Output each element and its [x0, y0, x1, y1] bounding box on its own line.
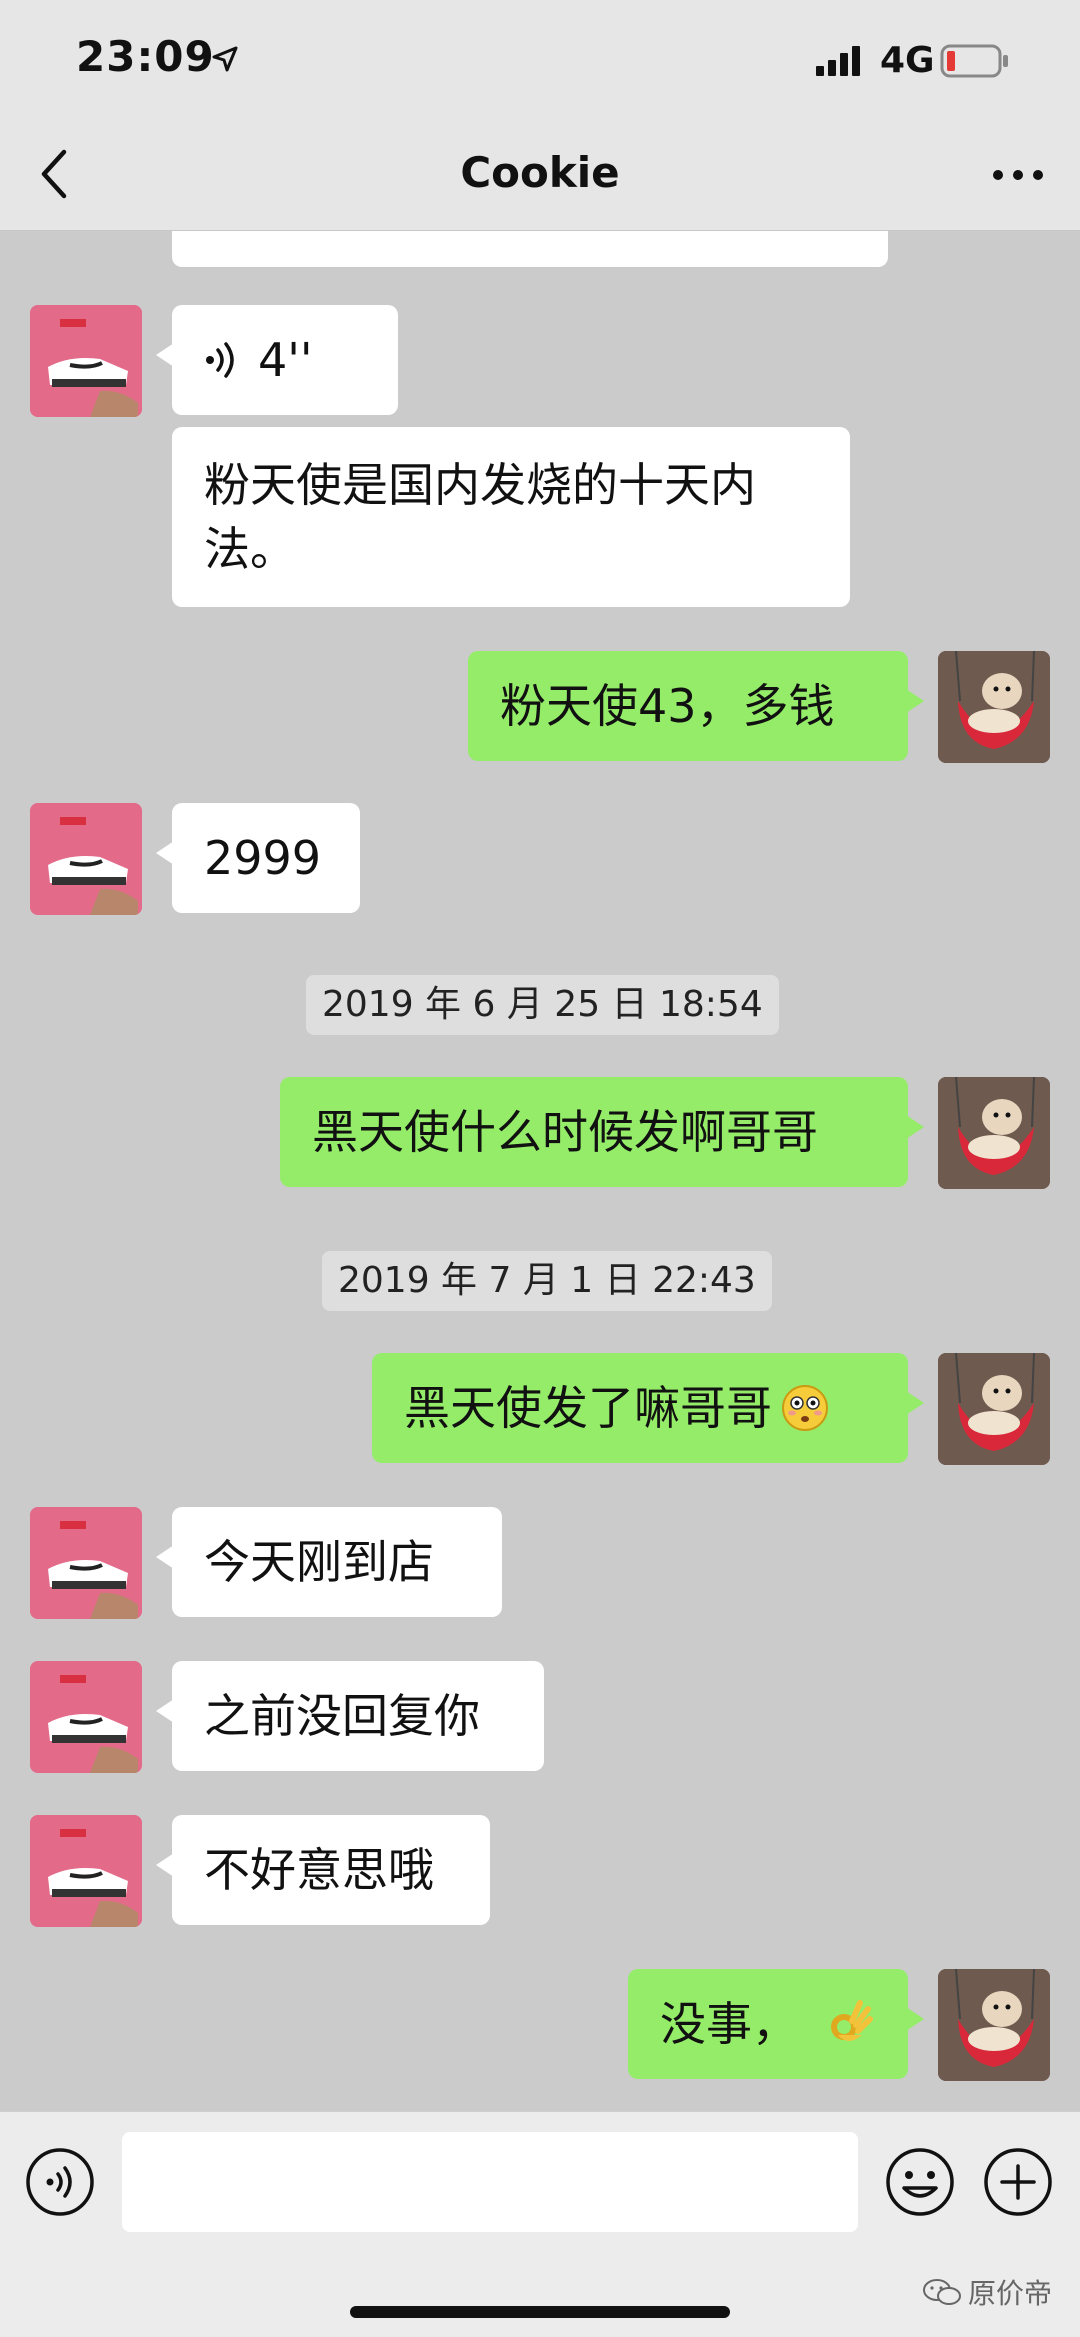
message-bubble-outgoing[interactable]: 黑天使什么时候发啊哥哥	[280, 1077, 924, 1187]
sneaker-avatar-icon	[30, 803, 142, 915]
chat-header: Cookie	[0, 120, 1080, 231]
message-bubble[interactable]: 不好意思哦	[156, 1815, 490, 1925]
message-text: 黑天使什么时候发啊哥哥	[312, 1105, 818, 1159]
my-avatar[interactable]	[938, 651, 1050, 763]
message-bubble-partial[interactable]	[172, 231, 888, 267]
dog-on-swing-avatar-icon	[938, 1969, 1050, 2081]
my-avatar[interactable]	[938, 1353, 1050, 1465]
message-bubble-outgoing[interactable]: 没事，	[628, 1969, 924, 2079]
timestamp-divider: 2019 年 7 月 1 日 22:43	[322, 1251, 772, 1311]
message-text: 黑天使发了嘛哥哥	[404, 1381, 772, 1435]
my-avatar[interactable]	[938, 1969, 1050, 2081]
message-bubble[interactable]: 粉天使是国内发烧的十天内 法。	[172, 427, 850, 607]
voice-input-toggle-icon[interactable]	[24, 2146, 96, 2218]
voice-wave-icon	[206, 342, 234, 378]
message-text-line-1: 粉天使是国内发烧的十天内	[204, 458, 756, 512]
message-text: 不好意思哦	[204, 1843, 434, 1897]
message-text: 粉天使43，多钱	[500, 679, 835, 733]
status-bar: 23:09 4G	[0, 0, 1080, 120]
chat-title: Cookie	[460, 148, 620, 197]
message-input[interactable]	[122, 2132, 858, 2232]
message-list[interactable]: 4'' 粉天使是国内发烧的十天内 法。 粉天使43，多钱 2999 2019 年…	[0, 231, 1080, 2111]
wechat-logo-icon	[922, 2279, 961, 2305]
sneaker-avatar-icon	[30, 1815, 142, 1927]
status-time: 23:09	[76, 32, 215, 81]
contact-avatar[interactable]	[30, 1815, 142, 1927]
battery-low-icon	[940, 44, 1008, 78]
watermark: 原价帝	[922, 2272, 1052, 2312]
cellular-signal-icon	[816, 46, 860, 76]
emoji-picker-icon[interactable]	[884, 2146, 956, 2218]
message-text-line-2: 法。	[204, 522, 296, 576]
voice-message-bubble[interactable]: 4''	[156, 305, 398, 415]
timestamp-divider: 2019 年 6 月 25 日 18:54	[306, 975, 779, 1035]
message-text: 今天刚到店	[204, 1535, 434, 1589]
my-avatar[interactable]	[938, 1077, 1050, 1189]
input-bar: 原价帝	[0, 2111, 1080, 2337]
message-bubble[interactable]: 今天刚到店	[156, 1507, 502, 1617]
dog-on-swing-avatar-icon	[938, 1077, 1050, 1189]
home-indicator[interactable]	[350, 2306, 730, 2318]
voice-duration: 4''	[258, 333, 313, 387]
contact-avatar[interactable]	[30, 1661, 142, 1773]
message-bubble[interactable]: 之前没回复你	[156, 1661, 544, 1771]
dog-on-swing-avatar-icon	[938, 651, 1050, 763]
location-arrow-icon	[212, 46, 238, 72]
message-text: 没事，	[660, 1997, 798, 2051]
ok-hand-emoji-icon	[831, 2000, 873, 2041]
flushed-face-emoji-icon	[782, 1385, 828, 1431]
contact-avatar[interactable]	[30, 803, 142, 915]
wechat-chat-screen: 23:09 4G Cookie 4'' 粉天使是国内发烧的十天内 法。 粉天使4…	[0, 0, 1080, 2337]
message-bubble-outgoing[interactable]: 黑天使发了嘛哥哥	[372, 1353, 924, 1463]
network-type-label: 4G	[880, 40, 935, 81]
watermark-text: 原价帝	[967, 2277, 1052, 2310]
more-options-icon[interactable]	[990, 150, 1046, 200]
sneaker-avatar-icon	[30, 1661, 142, 1773]
sneaker-avatar-icon	[30, 305, 142, 417]
message-text: 之前没回复你	[204, 1689, 480, 1743]
contact-avatar[interactable]	[30, 1507, 142, 1619]
sneaker-avatar-icon	[30, 1507, 142, 1619]
dog-on-swing-avatar-icon	[938, 1353, 1050, 1465]
message-bubble[interactable]: 2999	[156, 803, 360, 913]
message-text: 2999	[204, 831, 322, 885]
add-attachment-icon[interactable]	[982, 2146, 1054, 2218]
contact-avatar[interactable]	[30, 305, 142, 417]
message-bubble-outgoing[interactable]: 粉天使43，多钱	[468, 651, 924, 761]
